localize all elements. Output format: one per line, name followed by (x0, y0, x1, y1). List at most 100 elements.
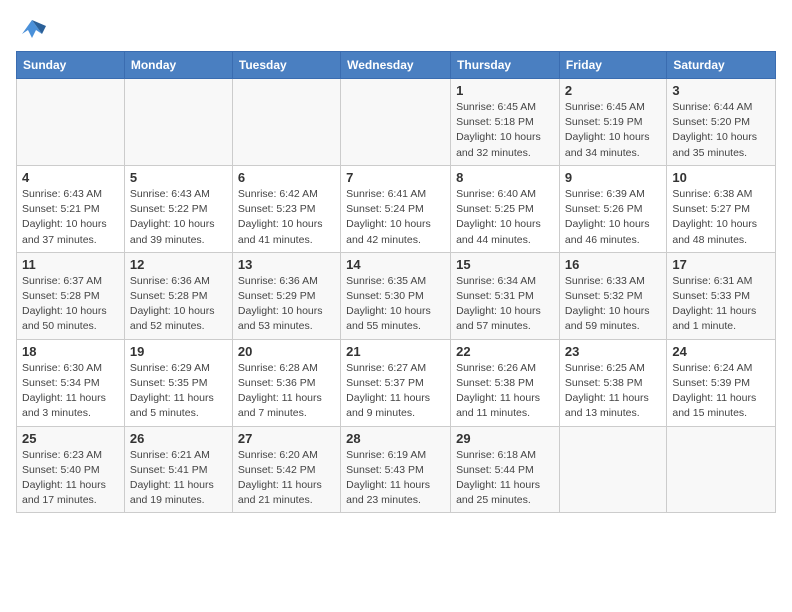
day-info: Sunrise: 6:23 AM Sunset: 5:40 PM Dayligh… (22, 448, 119, 509)
day-number: 19 (130, 344, 227, 359)
day-number: 14 (346, 257, 445, 272)
day-number: 5 (130, 170, 227, 185)
day-cell: 11 Sunrise: 6:37 AM Sunset: 5:28 PM Dayli… (17, 252, 125, 339)
day-number: 9 (565, 170, 661, 185)
day-cell (124, 79, 232, 166)
day-number: 18 (22, 344, 119, 359)
day-info: Sunrise: 6:39 AM Sunset: 5:26 PM Dayligh… (565, 187, 661, 248)
day-number: 17 (672, 257, 770, 272)
day-cell: 18 Sunrise: 6:30 AM Sunset: 5:34 PM Dayli… (17, 339, 125, 426)
week-row-3: 11 Sunrise: 6:37 AM Sunset: 5:28 PM Dayli… (17, 252, 776, 339)
day-number: 1 (456, 83, 554, 98)
day-cell: 25 Sunrise: 6:23 AM Sunset: 5:40 PM Dayli… (17, 426, 125, 513)
day-info: Sunrise: 6:19 AM Sunset: 5:43 PM Dayligh… (346, 448, 445, 509)
day-info: Sunrise: 6:31 AM Sunset: 5:33 PM Dayligh… (672, 274, 770, 335)
day-number: 8 (456, 170, 554, 185)
day-number: 21 (346, 344, 445, 359)
week-row-5: 25 Sunrise: 6:23 AM Sunset: 5:40 PM Dayli… (17, 426, 776, 513)
day-cell (667, 426, 776, 513)
day-number: 16 (565, 257, 661, 272)
day-info: Sunrise: 6:43 AM Sunset: 5:21 PM Dayligh… (22, 187, 119, 248)
day-info: Sunrise: 6:33 AM Sunset: 5:32 PM Dayligh… (565, 274, 661, 335)
day-number: 4 (22, 170, 119, 185)
week-row-2: 4 Sunrise: 6:43 AM Sunset: 5:21 PM Daylig… (17, 165, 776, 252)
day-info: Sunrise: 6:21 AM Sunset: 5:41 PM Dayligh… (130, 448, 227, 509)
header-cell-sunday: Sunday (17, 52, 125, 79)
day-cell: 1 Sunrise: 6:45 AM Sunset: 5:18 PM Daylig… (451, 79, 560, 166)
day-info: Sunrise: 6:25 AM Sunset: 5:38 PM Dayligh… (565, 361, 661, 422)
day-cell: 22 Sunrise: 6:26 AM Sunset: 5:38 PM Dayli… (451, 339, 560, 426)
day-number: 13 (238, 257, 335, 272)
day-cell: 23Sunrise: 6:25 AM Sunset: 5:38 PM Dayli… (559, 339, 666, 426)
day-number: 2 (565, 83, 661, 98)
day-number: 11 (22, 257, 119, 272)
day-info: Sunrise: 6:44 AM Sunset: 5:20 PM Dayligh… (672, 100, 770, 161)
day-info: Sunrise: 6:38 AM Sunset: 5:27 PM Dayligh… (672, 187, 770, 248)
day-cell: 10 Sunrise: 6:38 AM Sunset: 5:27 PM Dayli… (667, 165, 776, 252)
day-info: Sunrise: 6:41 AM Sunset: 5:24 PM Dayligh… (346, 187, 445, 248)
day-cell: 5Sunrise: 6:43 AM Sunset: 5:22 PM Daylig… (124, 165, 232, 252)
header-cell-friday: Friday (559, 52, 666, 79)
day-cell: 3 Sunrise: 6:44 AM Sunset: 5:20 PM Daylig… (667, 79, 776, 166)
day-cell: 27 Sunrise: 6:20 AM Sunset: 5:42 PM Dayli… (232, 426, 340, 513)
day-cell (341, 79, 451, 166)
day-cell: 9 Sunrise: 6:39 AM Sunset: 5:26 PM Daylig… (559, 165, 666, 252)
day-number: 28 (346, 431, 445, 446)
day-number: 25 (22, 431, 119, 446)
day-cell: 19 Sunrise: 6:29 AM Sunset: 5:35 PM Dayli… (124, 339, 232, 426)
day-info: Sunrise: 6:34 AM Sunset: 5:31 PM Dayligh… (456, 274, 554, 335)
day-info: Sunrise: 6:36 AM Sunset: 5:29 PM Dayligh… (238, 274, 335, 335)
day-info: Sunrise: 6:26 AM Sunset: 5:38 PM Dayligh… (456, 361, 554, 422)
day-number: 29 (456, 431, 554, 446)
page-header (16, 16, 776, 43)
day-cell: 20 Sunrise: 6:28 AM Sunset: 5:36 PM Dayli… (232, 339, 340, 426)
day-info: Sunrise: 6:24 AM Sunset: 5:39 PM Dayligh… (672, 361, 770, 422)
day-cell (17, 79, 125, 166)
day-info: Sunrise: 6:27 AM Sunset: 5:37 PM Dayligh… (346, 361, 445, 422)
day-cell: 26 Sunrise: 6:21 AM Sunset: 5:41 PM Dayli… (124, 426, 232, 513)
day-number: 24 (672, 344, 770, 359)
day-cell: 21 Sunrise: 6:27 AM Sunset: 5:37 PM Dayli… (341, 339, 451, 426)
header-cell-wednesday: Wednesday (341, 52, 451, 79)
day-number: 10 (672, 170, 770, 185)
day-cell: 28 Sunrise: 6:19 AM Sunset: 5:43 PM Dayli… (341, 426, 451, 513)
day-info: Sunrise: 6:42 AM Sunset: 5:23 PM Dayligh… (238, 187, 335, 248)
day-cell: 24 Sunrise: 6:24 AM Sunset: 5:39 PM Dayli… (667, 339, 776, 426)
day-number: 22 (456, 344, 554, 359)
day-number: 27 (238, 431, 335, 446)
day-info: Sunrise: 6:20 AM Sunset: 5:42 PM Dayligh… (238, 448, 335, 509)
day-cell: 7 Sunrise: 6:41 AM Sunset: 5:24 PM Daylig… (341, 165, 451, 252)
header-cell-thursday: Thursday (451, 52, 560, 79)
day-number: 15 (456, 257, 554, 272)
day-cell: 2 Sunrise: 6:45 AM Sunset: 5:19 PM Daylig… (559, 79, 666, 166)
day-info: Sunrise: 6:45 AM Sunset: 5:19 PM Dayligh… (565, 100, 661, 161)
day-cell: 15 Sunrise: 6:34 AM Sunset: 5:31 PM Dayli… (451, 252, 560, 339)
day-info: Sunrise: 6:29 AM Sunset: 5:35 PM Dayligh… (130, 361, 227, 422)
header-cell-monday: Monday (124, 52, 232, 79)
day-cell (232, 79, 340, 166)
day-number: 26 (130, 431, 227, 446)
day-cell: 16 Sunrise: 6:33 AM Sunset: 5:32 PM Dayli… (559, 252, 666, 339)
logo (16, 16, 46, 43)
day-number: 12 (130, 257, 227, 272)
header-cell-saturday: Saturday (667, 52, 776, 79)
day-info: Sunrise: 6:37 AM Sunset: 5:28 PM Dayligh… (22, 274, 119, 335)
day-info: Sunrise: 6:40 AM Sunset: 5:25 PM Dayligh… (456, 187, 554, 248)
calendar-body: 1 Sunrise: 6:45 AM Sunset: 5:18 PM Daylig… (17, 79, 776, 513)
calendar-table: SundayMondayTuesdayWednesdayThursdayFrid… (16, 51, 776, 513)
day-info: Sunrise: 6:45 AM Sunset: 5:18 PM Dayligh… (456, 100, 554, 161)
logo-wordmark (16, 16, 46, 43)
day-number: 7 (346, 170, 445, 185)
week-row-4: 18 Sunrise: 6:30 AM Sunset: 5:34 PM Dayli… (17, 339, 776, 426)
day-number: 20 (238, 344, 335, 359)
day-info: Sunrise: 6:30 AM Sunset: 5:34 PM Dayligh… (22, 361, 119, 422)
week-row-1: 1 Sunrise: 6:45 AM Sunset: 5:18 PM Daylig… (17, 79, 776, 166)
day-cell: 8 Sunrise: 6:40 AM Sunset: 5:25 PM Daylig… (451, 165, 560, 252)
day-number: 6 (238, 170, 335, 185)
day-info: Sunrise: 6:28 AM Sunset: 5:36 PM Dayligh… (238, 361, 335, 422)
day-cell: 6 Sunrise: 6:42 AM Sunset: 5:23 PM Daylig… (232, 165, 340, 252)
logo-bird-icon (18, 16, 46, 38)
header-cell-tuesday: Tuesday (232, 52, 340, 79)
day-number: 3 (672, 83, 770, 98)
day-cell: 17 Sunrise: 6:31 AM Sunset: 5:33 PM Dayli… (667, 252, 776, 339)
